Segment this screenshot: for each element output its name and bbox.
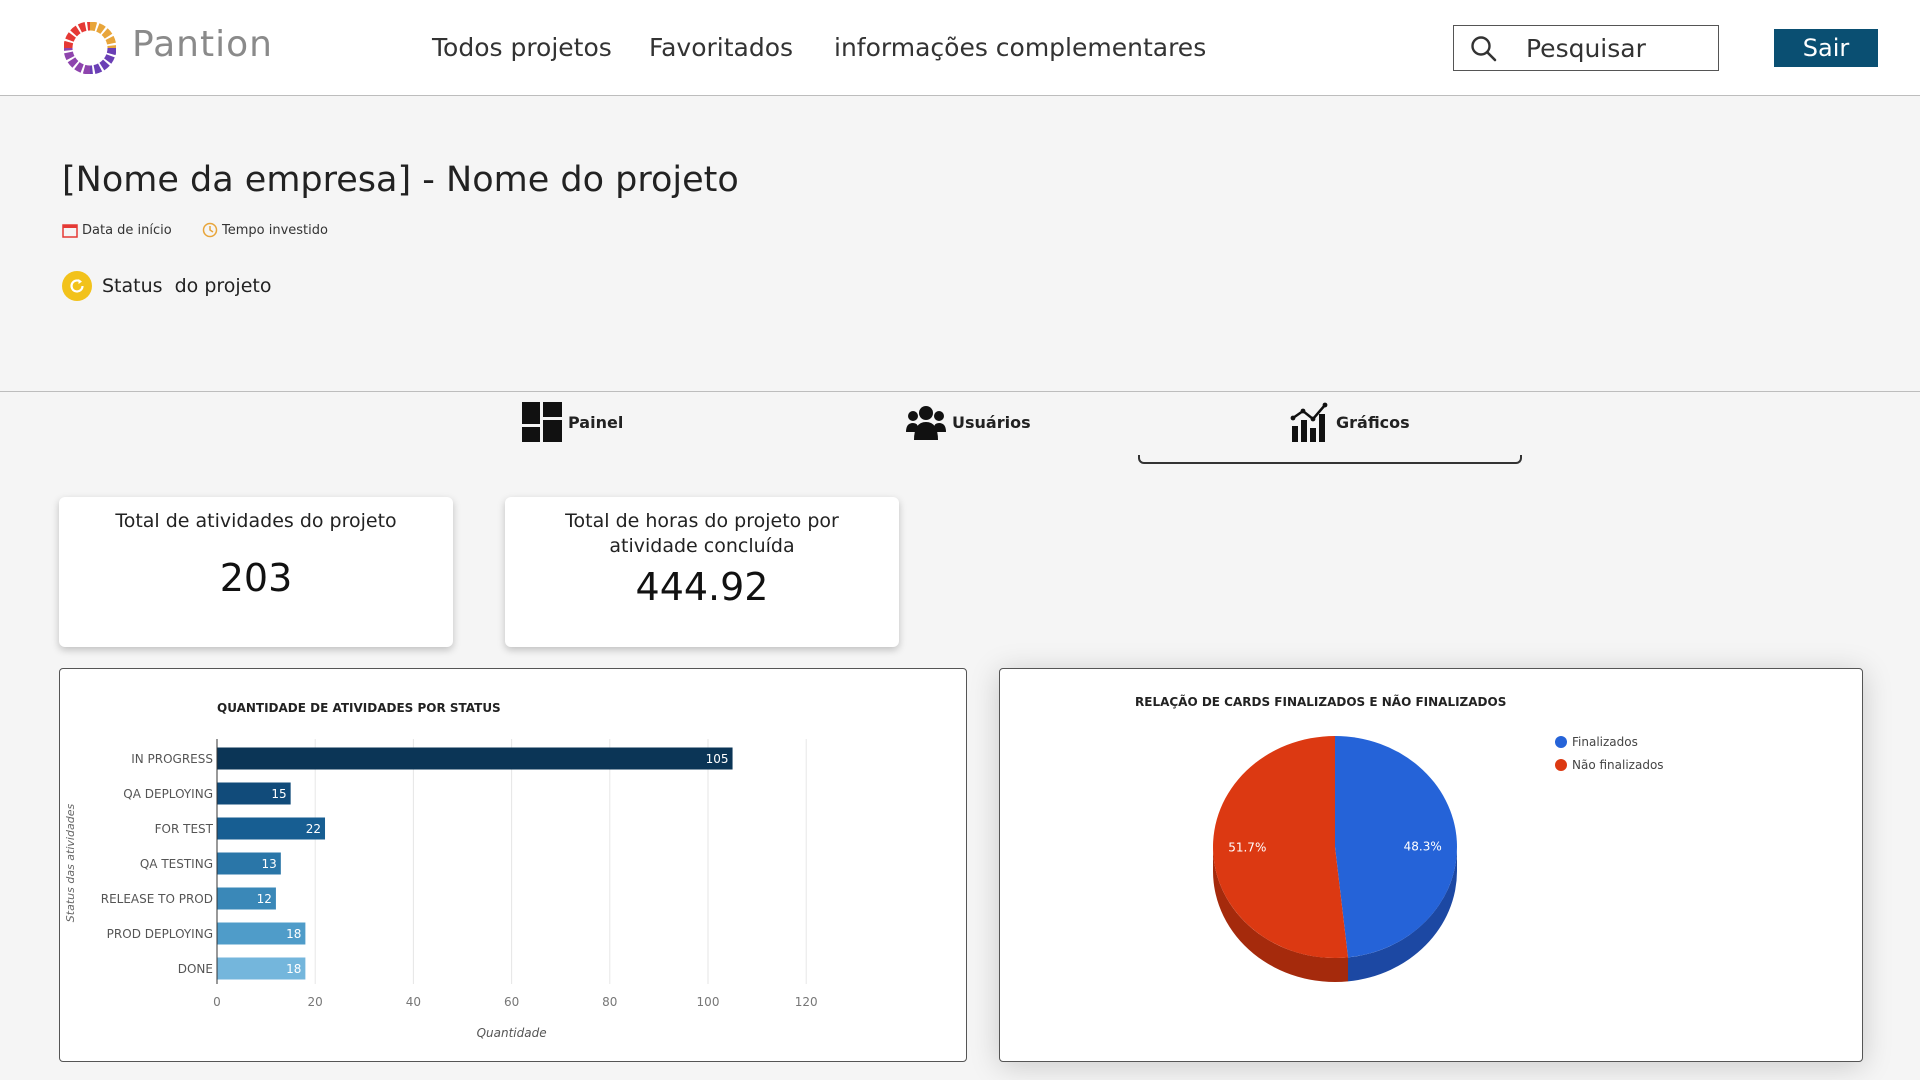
- search-icon[interactable]: [1470, 35, 1498, 63]
- tab-graficos-label: Gráficos: [1336, 412, 1410, 432]
- bar-value-label: 22: [306, 822, 321, 836]
- refresh-icon: [62, 271, 92, 301]
- pie-value-label: 48.3%: [1404, 840, 1442, 854]
- time-invested-label: Tempo investido: [222, 222, 328, 238]
- brand-name[interactable]: Pantion: [132, 24, 273, 65]
- x-tick-label: 80: [602, 995, 617, 1009]
- nav-todos-projetos[interactable]: Todos projetos: [432, 33, 612, 62]
- tab-painel-label: Painel: [568, 412, 624, 432]
- legend-label: Não finalizados: [1572, 758, 1664, 772]
- search-input[interactable]: [1526, 30, 1706, 66]
- kpi-total-hours-label: Total de horas do projeto por atividade …: [565, 510, 839, 557]
- y-category-label: RELEASE TO PROD: [101, 892, 213, 906]
- pie-chart-panel: RELAÇÃO DE CARDS FINALIZADOS E NÃO FINAL…: [999, 668, 1863, 1062]
- start-date: Data de início: [62, 222, 172, 238]
- section-divider: [0, 391, 1920, 392]
- tab-graficos[interactable]: Gráficos: [1290, 402, 1410, 442]
- pie-value-label: 51.7%: [1228, 840, 1266, 854]
- y-category-label: QA DEPLOYING: [123, 787, 213, 801]
- x-tick-label: 100: [697, 995, 720, 1009]
- kpi-total-activities-value: 203: [219, 556, 293, 600]
- y-category-label: IN PROGRESS: [131, 752, 213, 766]
- legend-swatch: [1555, 736, 1567, 748]
- bar: [217, 747, 733, 770]
- status-label: Status do projeto: [102, 275, 272, 297]
- y-category-label: QA TESTING: [140, 857, 213, 871]
- legend-swatch: [1555, 759, 1567, 771]
- legend-label: Finalizados: [1572, 735, 1638, 749]
- users-icon: [906, 406, 946, 440]
- y-axis-label: Status das atividades: [64, 804, 77, 923]
- page-title: [Nome da empresa] - Nome do projeto: [62, 160, 739, 200]
- time-invested: Tempo investido: [202, 222, 328, 238]
- y-category-label: DONE: [178, 962, 213, 976]
- top-navbar: Pantion Todos projetos Favoritados infor…: [0, 0, 1920, 96]
- pie-chart: RELAÇÃO DE CARDS FINALIZADOS E NÃO FINAL…: [1135, 694, 1664, 982]
- tab-painel[interactable]: Painel: [522, 402, 623, 442]
- kpi-total-activities-label: Total de atividades do projeto: [115, 510, 397, 532]
- bar-chart-panel: QUANTIDADE DE ATIVIDADES POR STATUS 0 20 40…: [59, 668, 967, 1062]
- bar-value-label: 105: [706, 752, 729, 766]
- x-tick-label: 20: [308, 995, 323, 1009]
- active-tab-indicator: [1138, 455, 1522, 464]
- y-category-label: FOR TEST: [155, 822, 214, 836]
- y-category-label: PROD DEPLOYING: [107, 927, 213, 941]
- nav-informacoes-complementares[interactable]: informações complementares: [834, 33, 1206, 62]
- x-tick-label: 60: [504, 995, 519, 1009]
- x-tick-label: 120: [795, 995, 818, 1009]
- bar-value-label: 18: [286, 927, 301, 941]
- bar-value-label: 13: [262, 857, 277, 871]
- search-box[interactable]: [1453, 25, 1719, 71]
- start-date-label: Data de início: [82, 222, 172, 238]
- pantion-logo-icon[interactable]: [64, 22, 116, 74]
- clock-icon: [202, 222, 218, 238]
- kpi-total-hours-value: 444.92: [635, 565, 769, 609]
- calendar-icon: [62, 224, 78, 238]
- bar-value-label: 12: [257, 892, 272, 906]
- bar-chart: QUANTIDADE DE ATIVIDADES POR STATUS 0 20 40…: [64, 701, 818, 1040]
- chart-icon: [1290, 402, 1328, 442]
- bar-chart-title: QUANTIDADE DE ATIVIDADES POR STATUS: [217, 701, 501, 715]
- x-tick-label: 40: [406, 995, 421, 1009]
- kpi-total-hours: Total de horas do projeto por atividade …: [505, 497, 899, 647]
- tab-usuarios-label: Usuários: [952, 412, 1031, 432]
- project-status: Status do projeto: [62, 271, 271, 301]
- x-axis-label: Quantidade: [477, 1026, 547, 1040]
- tab-usuarios[interactable]: Usuários: [906, 402, 1031, 442]
- pie-chart-title: RELAÇÃO DE CARDS FINALIZADOS E NÃO FINAL…: [1135, 694, 1506, 709]
- kpi-total-activities: Total de atividades do projeto 203: [59, 497, 453, 647]
- nav-favoritados[interactable]: Favoritados: [649, 33, 793, 62]
- dashboard-icon: [522, 402, 562, 442]
- logout-button[interactable]: Sair: [1774, 29, 1878, 67]
- bar-value-label: 15: [271, 787, 286, 801]
- bar-value-label: 18: [286, 962, 301, 976]
- x-tick-label: 0: [213, 995, 221, 1009]
